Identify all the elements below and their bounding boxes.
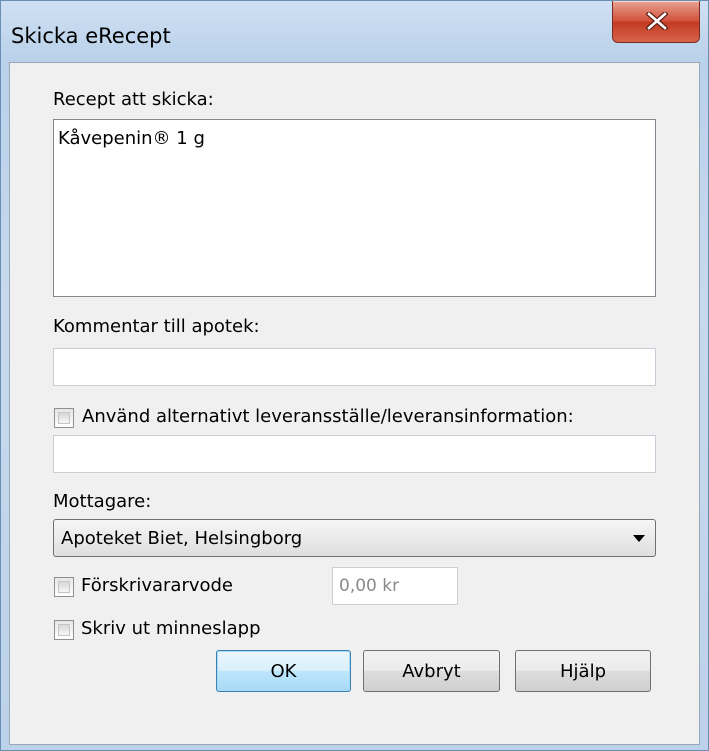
recipient-selected-value: Apoteket Biet, Helsingborg <box>61 528 303 549</box>
title-bar[interactable]: Skicka eRecept <box>1 1 708 63</box>
list-item[interactable]: Kåvepenin® 1 g <box>58 128 651 149</box>
window-title: Skicka eRecept <box>11 24 171 48</box>
recipient-label: Mottagare: <box>53 491 152 512</box>
print-label[interactable]: Skriv ut minneslapp <box>81 618 261 639</box>
cancel-button[interactable]: Avbryt <box>363 650 500 692</box>
fee-field[interactable] <box>333 568 457 604</box>
alt-delivery-field-box <box>53 435 656 473</box>
dialog-window: Skicka eRecept Recept att skicka: Kåvepe… <box>0 0 709 751</box>
alt-delivery-field[interactable] <box>54 436 655 472</box>
alt-delivery-checkbox[interactable] <box>54 408 74 428</box>
recipient-select[interactable]: Apoteket Biet, Helsingborg <box>53 519 656 557</box>
chevron-down-icon[interactable] <box>633 535 645 542</box>
close-icon <box>646 12 668 30</box>
recipes-label: Recept att skicka: <box>53 89 214 110</box>
ok-button[interactable]: OK <box>216 650 351 692</box>
fee-field-box <box>332 567 458 605</box>
print-checkbox[interactable] <box>54 620 74 640</box>
recipes-list[interactable]: Kåvepenin® 1 g <box>53 119 656 297</box>
comment-label: Kommentar till apotek: <box>53 316 260 337</box>
fee-label[interactable]: Förskrivararvode <box>81 575 233 596</box>
close-button[interactable] <box>612 1 700 43</box>
fee-checkbox[interactable] <box>54 577 74 597</box>
help-button[interactable]: Hjälp <box>515 650 651 692</box>
alt-delivery-label[interactable]: Använd alternativt leveransställe/levera… <box>82 406 574 427</box>
comment-field[interactable] <box>54 349 655 385</box>
comment-field-box <box>53 348 656 386</box>
dialog-body: Recept att skicka: Kåvepenin® 1 g Kommen… <box>9 62 700 745</box>
